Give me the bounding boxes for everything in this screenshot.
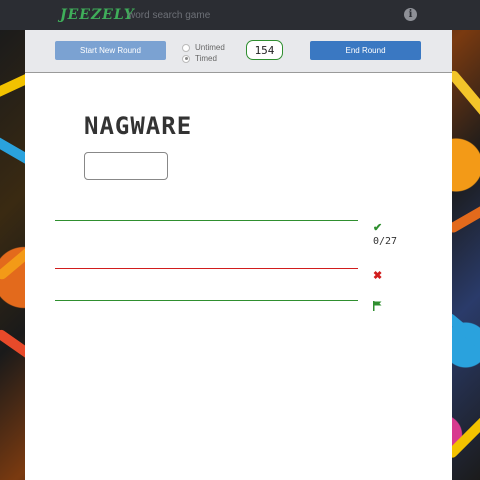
info-icon[interactable]: i [404,8,417,21]
app-tagline: word search game [128,10,211,21]
missed-words-divider [55,300,358,301]
top-navbar: JEEZELY word search game i [0,0,480,30]
check-icon: ✔ [373,222,383,234]
app-logo[interactable]: JEEZELY [60,7,135,23]
untimed-label: Untimed [195,43,225,52]
timed-radio[interactable] [182,54,190,63]
source-word: NAGWARE [84,112,193,140]
mode-radio-group: Untimed Timed [182,42,225,64]
start-new-round-button[interactable]: Start New Round [55,41,166,60]
mode-option-untimed[interactable]: Untimed [182,42,225,53]
found-words-divider [55,220,358,221]
wrong-words-divider [55,268,358,269]
timer-display: 154 [246,40,283,60]
timed-label: Timed [195,54,217,63]
guess-input[interactable] [84,152,168,180]
flag-icon [373,301,382,314]
end-round-button[interactable]: End Round [310,41,421,60]
found-count: 0/27 [373,236,398,247]
cross-icon: ✖ [373,270,383,282]
untimed-radio[interactable] [182,43,190,52]
mode-option-timed[interactable]: Timed [182,53,225,64]
game-panel: Start New Round Untimed Timed 154 End Ro… [25,30,452,480]
game-toolbar: Start New Round Untimed Timed 154 End Ro… [25,30,452,73]
